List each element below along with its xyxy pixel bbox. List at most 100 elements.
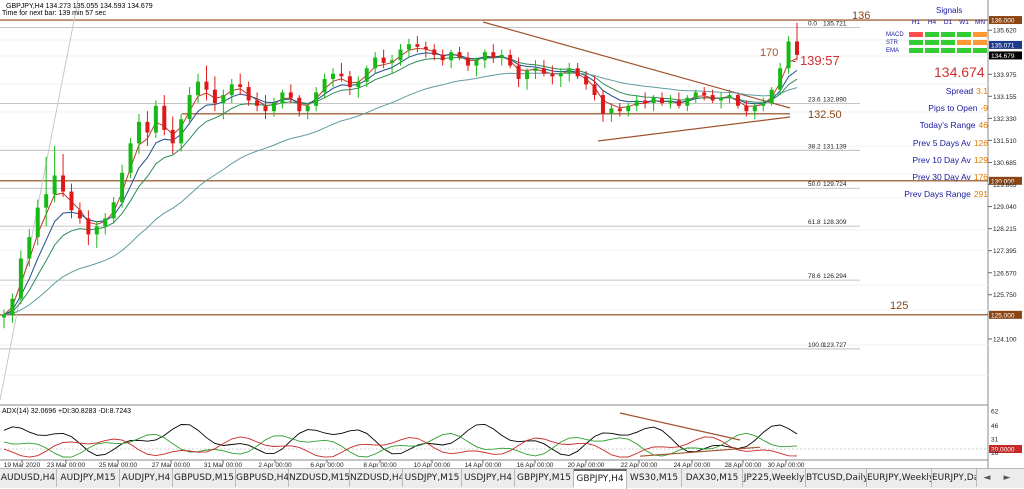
level-price-tag-text: 125.000	[991, 312, 1015, 319]
chart-tab[interactable]: EURJPY,Weekly	[867, 469, 932, 487]
chart-tab[interactable]: NZDUSD,H4	[350, 469, 403, 487]
signal-indicator	[957, 48, 971, 53]
stat-label: Pips to Open	[928, 103, 978, 114]
candle-body	[735, 95, 740, 106]
candle-body	[516, 65, 521, 79]
candle-body	[305, 105, 310, 112]
candle-body	[356, 81, 361, 88]
signal-row: STR	[880, 39, 1000, 47]
price-scale-label: 130.685	[993, 160, 1017, 167]
chart-tab[interactable]: WS30,M15	[627, 469, 682, 487]
price-chart[interactable]: 0.0 135.72123.6 132.89038.2 131.13950.0 129.…	[0, 0, 1024, 468]
candle-body	[626, 105, 631, 112]
chart-tab[interactable]: AUDJPY,M15	[57, 469, 120, 487]
tab-scroll-right-button[interactable]: ►	[997, 469, 1017, 488]
chart-tab[interactable]: GBPUSD,M15	[173, 469, 236, 487]
stat-row: Pips to Open -9	[928, 103, 988, 113]
chart-tab[interactable]: GBPJPY,H4	[574, 469, 627, 489]
candle-body	[111, 202, 116, 219]
fib-level-label: 61.8	[808, 219, 821, 226]
signal-indicator	[909, 32, 923, 37]
tab-scroll-left-button[interactable]: ◄	[977, 469, 997, 488]
stat-row: Today's Range 46	[920, 120, 988, 130]
candle-body	[415, 44, 420, 47]
chart-tab[interactable]: NZDUSD,M15	[289, 469, 350, 487]
candle-body	[575, 68, 580, 77]
candle-body	[246, 87, 251, 101]
candle-body	[617, 108, 622, 112]
chart-tab[interactable]: GBPJPY,M15	[515, 469, 574, 487]
candle-body	[423, 46, 428, 50]
fib-price-label: 135.721	[823, 21, 847, 28]
candle-body	[533, 68, 538, 71]
chart-tab[interactable]: EURJPY,Daily	[932, 469, 977, 487]
candle-body	[271, 103, 276, 112]
candle-body	[27, 237, 32, 259]
bar-timer-text: Time for next bar: 139 min 57 sec	[2, 10, 107, 17]
signal-indicator	[957, 40, 971, 45]
candle-body	[744, 105, 749, 112]
candle-body	[592, 84, 597, 96]
candle-body	[525, 70, 530, 79]
chart-tab[interactable]: GBPUSD,H4	[236, 469, 289, 487]
signal-indicator	[973, 48, 987, 53]
signal-indicator	[941, 40, 955, 45]
candle-body	[196, 81, 201, 96]
fib-level-label: 78.6	[808, 273, 821, 280]
stat-value: 46	[978, 120, 988, 131]
candle-body	[18, 258, 23, 299]
candle-body	[10, 298, 15, 315]
price-scale-label: 132.330	[993, 116, 1017, 123]
stat-label: Prev 30 Day Av	[912, 172, 971, 182]
signals-title: Signals	[936, 6, 963, 15]
signal-timeframe-label: MN	[974, 19, 986, 26]
stat-row: Prev Days Range 291	[904, 189, 988, 199]
fib-price-label: 129.724	[823, 181, 847, 188]
candle-body	[128, 143, 133, 173]
stat-value: -9	[980, 103, 988, 114]
candle-body	[44, 194, 49, 208]
stat-row: Prev 10 Day Av 129	[912, 155, 988, 165]
candle-body	[145, 121, 150, 133]
signal-indicator	[957, 32, 971, 37]
candle-body	[508, 54, 513, 66]
candle-body	[263, 105, 268, 112]
candle-body	[702, 92, 707, 96]
price-scale-label: 126.570	[993, 270, 1017, 277]
chart-tab[interactable]: DAX30,M15	[682, 469, 743, 487]
stat-value: 129	[973, 154, 988, 165]
candle-body	[153, 105, 158, 133]
chart-tab[interactable]: AUDUSD,H4	[0, 469, 57, 487]
chart-tab[interactable]: AUDJPY,H4	[120, 469, 173, 487]
candle-body	[136, 121, 141, 144]
candle-body	[339, 73, 344, 77]
price-scale-label: 124.100	[993, 336, 1017, 343]
fib-price-label: 131.139	[823, 143, 847, 150]
signal-timeframe-label: D1	[943, 19, 953, 26]
fib-price-label: 128.309	[823, 219, 847, 226]
stat-label: Spread	[945, 86, 974, 96]
price-scale-label: 133.155	[993, 94, 1017, 101]
signal-timeframe-label: H4	[927, 19, 937, 26]
candle-body	[364, 68, 369, 82]
candle-body	[558, 73, 563, 77]
candle-body	[288, 92, 293, 98]
signal-indicator	[941, 48, 955, 53]
chart-tab[interactable]: USDJPY,M15	[403, 469, 462, 487]
candle-body	[187, 95, 192, 120]
chart-tab[interactable]: BTCUSD,Daily	[806, 469, 867, 487]
adx-scale-label: 16	[991, 450, 999, 457]
signal-indicator	[973, 40, 987, 45]
candle-body	[474, 60, 479, 66]
candle-body	[457, 52, 462, 58]
level-label: 132.50	[808, 109, 842, 121]
chart-tab[interactable]: JP225,Weekly	[743, 469, 806, 487]
candle-body	[103, 218, 108, 227]
candle-body	[685, 97, 690, 106]
candle-body	[668, 100, 673, 104]
candle-body	[238, 84, 243, 88]
candle-body	[35, 207, 40, 238]
chart-tab[interactable]: USDJPY,H4	[462, 469, 515, 487]
signal-indicator	[941, 32, 955, 37]
price-scale-label: 129.040	[993, 204, 1017, 211]
